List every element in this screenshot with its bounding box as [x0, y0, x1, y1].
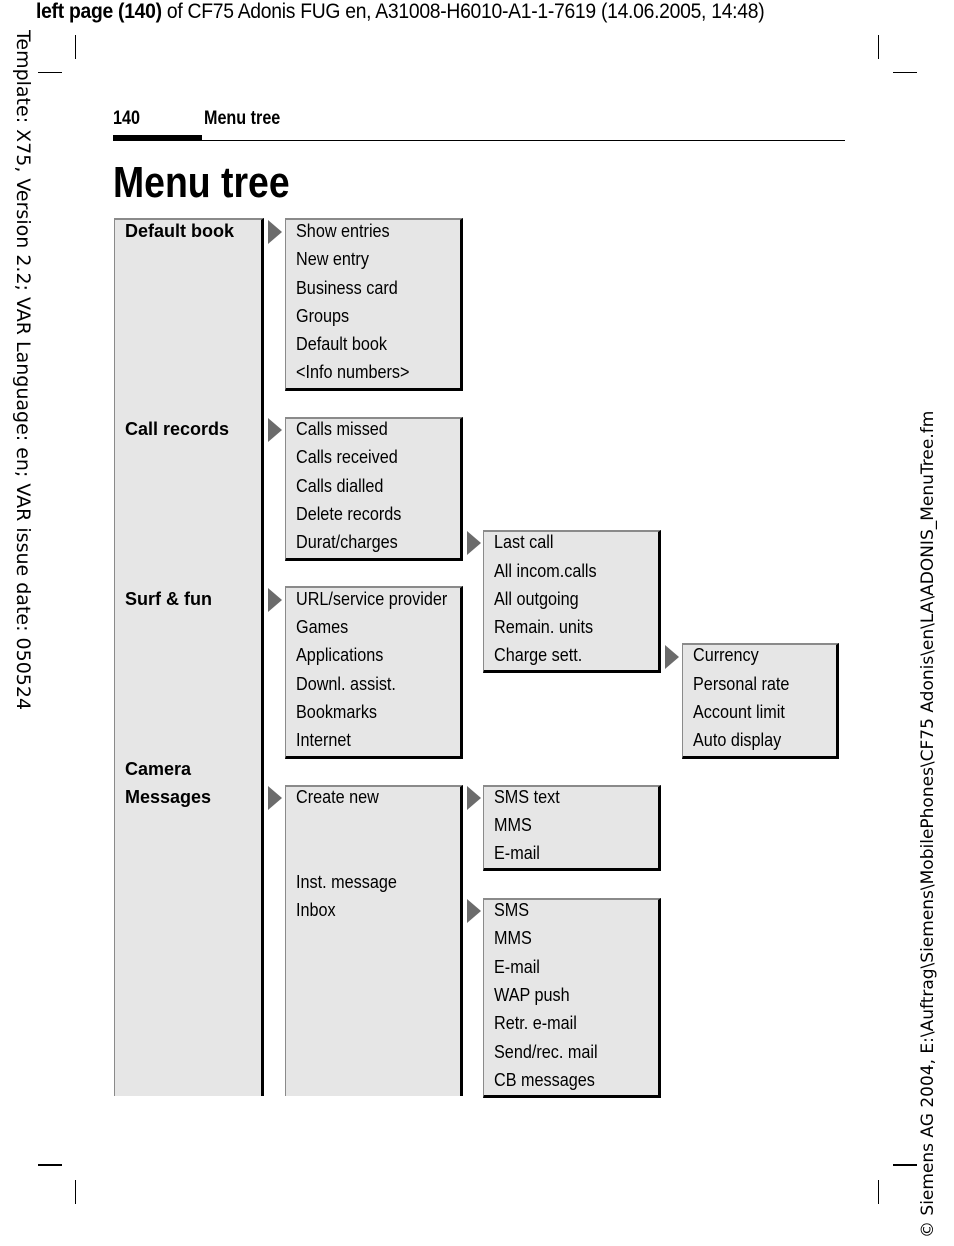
main-item-camera[interactable]: Camera: [125, 759, 191, 780]
main-item-messages[interactable]: Messages: [125, 787, 211, 808]
running-title: Menu tree: [204, 108, 281, 129]
submenu-item[interactable]: Delete records: [296, 504, 401, 525]
submenu-item[interactable]: Retr. e-mail: [494, 1013, 577, 1034]
submenu-item[interactable]: URL/service provider: [296, 589, 447, 610]
submenu-item[interactable]: <Info numbers>: [296, 362, 409, 383]
submenu-item[interactable]: Calls missed: [296, 419, 388, 440]
submenu-arrow-icon: [268, 588, 282, 612]
submenu-item[interactable]: Durat/charges: [296, 532, 398, 553]
submenu-item[interactable]: Groups: [296, 306, 349, 327]
crop-mark: [893, 1164, 917, 1166]
main-item-default-book[interactable]: Default book: [125, 221, 234, 242]
submenu-item[interactable]: Default book: [296, 334, 387, 355]
submenu-item[interactable]: SMS: [494, 900, 529, 921]
submenu-arrow-icon: [665, 645, 679, 669]
main-item-surf-fun[interactable]: Surf & fun: [125, 589, 212, 610]
main-menu-box: [114, 218, 264, 1096]
submenu-arrow-icon: [467, 899, 481, 923]
submenu-arrow-icon: [467, 786, 481, 810]
submenu-item[interactable]: Applications: [296, 645, 383, 666]
copyright-side-text: © Siemens AG 2004, E:\Auftrag\Siemens\Mo…: [918, 410, 938, 1238]
submenu-item[interactable]: Internet: [296, 730, 351, 751]
submenu-item[interactable]: Inst. message: [296, 872, 397, 893]
submenu-item[interactable]: Send/rec. mail: [494, 1042, 598, 1063]
crop-mark: [878, 35, 879, 59]
print-header-doc: of CF75 Adonis FUG en, A31008-H6010-A1-1…: [161, 0, 765, 23]
submenu-item[interactable]: MMS: [494, 815, 532, 836]
submenu-item[interactable]: Calls dialled: [296, 476, 383, 497]
crop-mark: [38, 1164, 62, 1166]
submenu-item[interactable]: Auto display: [693, 730, 781, 751]
main-item-call-records[interactable]: Call records: [125, 419, 229, 440]
submenu-item[interactable]: All incom.calls: [494, 561, 597, 582]
crop-mark: [75, 35, 76, 59]
submenu-item[interactable]: Games: [296, 617, 348, 638]
submenu-item[interactable]: Last call: [494, 532, 553, 553]
crop-mark: [75, 1180, 76, 1204]
submenu-item[interactable]: Calls received: [296, 447, 398, 468]
submenu-item[interactable]: MMS: [494, 928, 532, 949]
submenu-item[interactable]: Create new: [296, 787, 379, 808]
submenu-arrow-icon: [268, 220, 282, 244]
submenu-item[interactable]: Currency: [693, 645, 759, 666]
submenu-item[interactable]: E-mail: [494, 843, 540, 864]
submenu-arrow-icon: [467, 531, 481, 555]
submenu-item[interactable]: Bookmarks: [296, 702, 377, 723]
template-side-text: Template: X75, Version 2.2; VAR Language…: [12, 30, 34, 711]
submenu-arrow-icon: [268, 418, 282, 442]
submenu-item[interactable]: Charge sett.: [494, 645, 582, 666]
messages-submenu: [285, 785, 463, 1096]
submenu-item[interactable]: SMS text: [494, 787, 560, 808]
submenu-item[interactable]: E-mail: [494, 957, 540, 978]
submenu-item[interactable]: Account limit: [693, 702, 785, 723]
crop-mark: [38, 72, 62, 73]
page-heading: Menu tree: [113, 158, 290, 207]
print-header-page: left page (140): [36, 0, 162, 23]
submenu-item[interactable]: CB messages: [494, 1070, 595, 1091]
submenu-item[interactable]: Downl. assist.: [296, 674, 396, 695]
submenu-item[interactable]: Inbox: [296, 900, 336, 921]
submenu-item[interactable]: Business card: [296, 278, 398, 299]
submenu-item[interactable]: Remain. units: [494, 617, 593, 638]
submenu-item[interactable]: Show entries: [296, 221, 390, 242]
crop-mark: [893, 72, 917, 73]
page-number: 140: [113, 108, 140, 129]
submenu-item[interactable]: WAP push: [494, 985, 570, 1006]
submenu-item[interactable]: Personal rate: [693, 674, 789, 695]
print-header: left page (140) of CF75 Adonis FUG en, A…: [36, 0, 765, 24]
crop-mark: [878, 1180, 879, 1204]
header-rule: [113, 140, 845, 141]
submenu-arrow-icon: [268, 786, 282, 810]
submenu-item[interactable]: New entry: [296, 249, 369, 270]
submenu-item[interactable]: All outgoing: [494, 589, 579, 610]
